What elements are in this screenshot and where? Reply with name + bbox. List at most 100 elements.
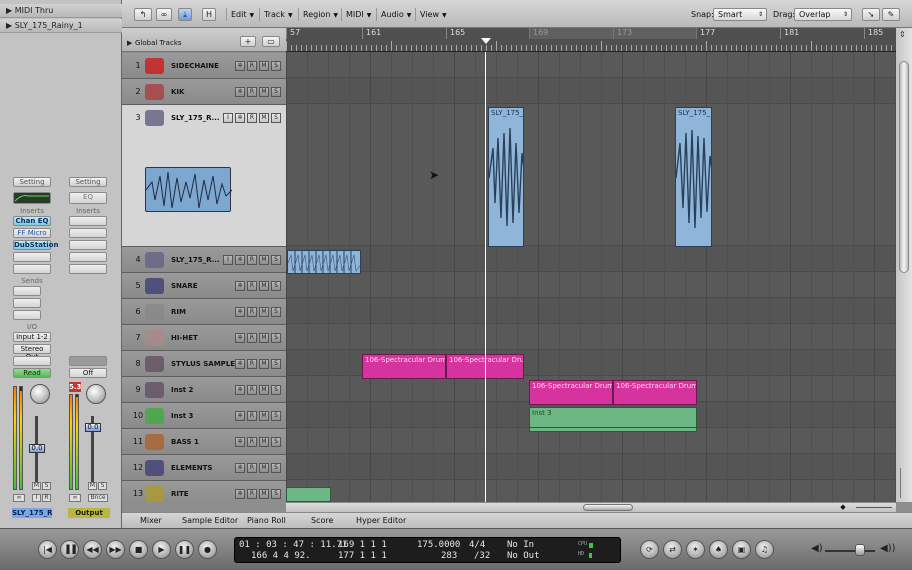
go-to-position-icon[interactable]: ▐▐ xyxy=(60,540,79,559)
sync-icon[interactable]: ▣ xyxy=(732,540,751,559)
insert-slot-empty[interactable] xyxy=(69,216,107,226)
master-volume-slider[interactable] xyxy=(825,550,875,552)
region-menu[interactable]: Region ▼ xyxy=(298,8,342,21)
playhead[interactable] xyxy=(485,52,486,502)
track-header-1[interactable]: 1 SIDECHAINE ✲ R M S xyxy=(122,53,286,79)
record-enable-button[interactable]: R xyxy=(247,333,257,343)
midi-region[interactable] xyxy=(286,487,331,502)
audio-region[interactable]: SLY_175_ xyxy=(675,107,712,247)
insert-slot-2[interactable]: FF Micro xyxy=(13,228,51,238)
pointer-tool-icon[interactable]: ➘ xyxy=(862,8,880,21)
audio-loop-region[interactable] xyxy=(287,250,361,274)
peak-indicator[interactable]: 5.3 xyxy=(69,382,81,392)
tab-score[interactable]: Score xyxy=(311,515,333,527)
freeze-icon[interactable]: ✲ xyxy=(235,489,245,499)
solo-button[interactable]: S xyxy=(271,281,281,291)
track-header-7[interactable]: 7 HI-HET ✲ R M S xyxy=(122,325,286,351)
rewind-icon[interactable]: ◀◀ xyxy=(83,540,102,559)
bar-ruler[interactable]: 57161165169173177181185 xyxy=(286,28,896,52)
record-enable-button[interactable]: R xyxy=(247,113,257,123)
mute-button[interactable]: M xyxy=(259,113,269,123)
solo-button[interactable]: S xyxy=(271,463,281,473)
record-enable-button[interactable]: R xyxy=(247,255,257,265)
input-monitor-button[interactable]: I xyxy=(223,113,233,123)
track-header-6[interactable]: 6 RIM ✲ R M S xyxy=(122,299,286,325)
insert-slot-empty[interactable] xyxy=(69,252,107,262)
track-menu[interactable]: Track ▼ xyxy=(259,8,297,21)
eq-thumbnail[interactable] xyxy=(13,192,51,204)
track-name[interactable]: RIM xyxy=(171,308,186,316)
freeze-icon[interactable]: ✲ xyxy=(235,255,245,265)
freeze-icon[interactable]: ✲ xyxy=(235,411,245,421)
link-icon[interactable]: ∞ xyxy=(69,494,81,502)
mute-button[interactable]: M xyxy=(259,411,269,421)
mute-button[interactable]: M xyxy=(88,482,97,490)
track-instrument-icon[interactable] xyxy=(145,330,164,346)
mute-button[interactable]: M xyxy=(259,255,269,265)
tab-mixer[interactable]: Mixer xyxy=(140,515,162,527)
automation-mode-button[interactable]: Off xyxy=(69,368,107,378)
freeze-icon[interactable]: ✲ xyxy=(235,281,245,291)
midi-region[interactable]: Inst 3 xyxy=(529,407,697,432)
track-lane-1[interactable] xyxy=(286,52,896,78)
cycle-region[interactable] xyxy=(529,28,697,39)
send-slot[interactable] xyxy=(13,310,41,320)
horizontal-zoom-slider[interactable] xyxy=(856,507,892,508)
insert-slot-empty[interactable] xyxy=(69,240,107,250)
audio-region[interactable]: SLY_175_ xyxy=(488,107,524,247)
track-header-4[interactable]: 4 SLY_175_R... I ✲ R M S xyxy=(122,247,286,273)
setting-button[interactable]: Setting xyxy=(13,177,51,187)
solo-button[interactable]: S xyxy=(271,113,281,123)
mute-button[interactable]: M xyxy=(259,437,269,447)
add-track-button[interactable]: + xyxy=(240,36,256,47)
track-header-3[interactable]: 3 SLY_175_R... I ✲ R M S xyxy=(122,105,286,247)
horizontal-scrollbar[interactable]: ◆ xyxy=(286,502,896,512)
mute-button[interactable]: M xyxy=(259,385,269,395)
tab-hyper-editor[interactable]: Hyper Editor xyxy=(356,515,406,527)
solo-button[interactable]: S xyxy=(271,61,281,71)
track-name[interactable]: STYLUS SAMPLE xyxy=(171,360,235,368)
mute-button[interactable]: M xyxy=(259,333,269,343)
snap-dropdown[interactable]: Smart ⇕ xyxy=(713,8,767,21)
global-tracks-label[interactable]: Global Tracks xyxy=(135,39,182,47)
insert-slot-3[interactable]: DubStation xyxy=(13,240,58,250)
insert-slot-1[interactable]: Chan EQ xyxy=(13,216,51,226)
solo-button[interactable]: S xyxy=(271,87,281,97)
midi-region[interactable]: 106-Spectracular Drum xyxy=(529,380,613,405)
pause-icon[interactable]: ❚❚ xyxy=(175,540,194,559)
record-icon[interactable]: ● xyxy=(198,540,217,559)
track-name[interactable]: RITE xyxy=(171,490,189,498)
record-enable-button[interactable]: R xyxy=(247,411,257,421)
track-instrument-icon[interactable] xyxy=(145,278,164,294)
freeze-icon[interactable]: ✲ xyxy=(235,437,245,447)
record-enable-button[interactable]: R xyxy=(247,87,257,97)
track-instrument-icon[interactable] xyxy=(145,486,164,502)
folder-icon[interactable]: ▭ xyxy=(262,36,280,47)
scroll-thumb[interactable] xyxy=(583,504,633,511)
mute-button[interactable]: M xyxy=(259,489,269,499)
mute-button[interactable]: M xyxy=(259,463,269,473)
fast-forward-icon[interactable]: ▶▶ xyxy=(106,540,125,559)
automation-mode-button[interactable]: Read xyxy=(13,368,51,378)
link-icon[interactable]: ∞ xyxy=(13,494,25,502)
back-arrow-icon[interactable]: ↰ xyxy=(134,8,152,21)
track-instrument-icon[interactable] xyxy=(145,84,164,100)
track-name[interactable]: ELEMENTS xyxy=(171,464,212,472)
insert-slot-empty[interactable] xyxy=(13,252,51,262)
scroll-thumb[interactable] xyxy=(899,61,909,273)
insert-slot-empty[interactable] xyxy=(69,264,107,274)
track-header-12[interactable]: 12 ELEMENTS ✲ R M S xyxy=(122,455,286,481)
midi-region[interactable]: 106-Spectracular Drum xyxy=(613,380,697,405)
output-selector[interactable]: Stereo Out xyxy=(13,344,51,361)
replace-icon[interactable]: ⇄ xyxy=(663,540,682,559)
freeze-icon[interactable]: ✲ xyxy=(235,333,245,343)
hide-button[interactable]: H xyxy=(202,8,216,21)
eq-button[interactable]: EQ xyxy=(69,192,107,204)
arrange-area[interactable]: SLY_175_ SLY_175_ 106-Spectracular Drum … xyxy=(286,52,896,502)
solo-button[interactable]: S xyxy=(271,255,281,265)
midi-region[interactable]: 106-Spectracular Drum xyxy=(362,354,446,379)
input-monitor-button[interactable]: I xyxy=(32,494,41,502)
freeze-icon[interactable]: ✲ xyxy=(235,463,245,473)
audio-menu[interactable]: Audio ▼ xyxy=(376,8,415,21)
track-lane-5[interactable] xyxy=(286,272,896,298)
